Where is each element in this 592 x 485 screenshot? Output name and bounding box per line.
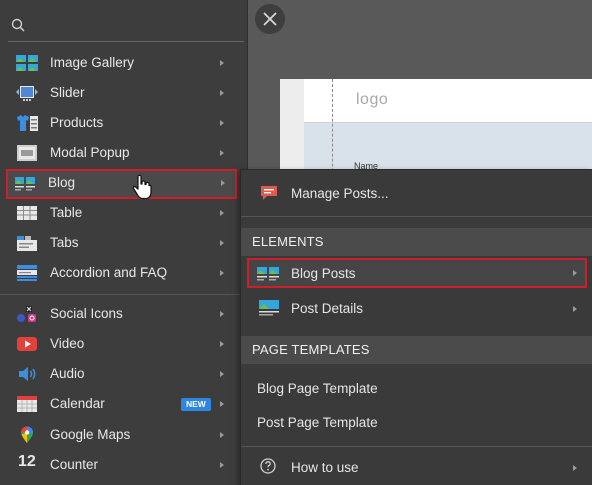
search-icon [11,18,25,32]
counter-icon: 12 [18,453,36,470]
tabs-icon [17,236,37,251]
manage-posts-label: Manage Posts... [291,186,389,201]
products-icon [17,115,38,131]
menu-divider [0,294,248,295]
preview-logo: logo [356,91,389,108]
slider-icon [16,86,38,101]
add-element-menu: Image Gallery Slider Products Modal Popu… [0,0,248,485]
chevron-right-icon [220,210,224,216]
menu-item-label: Tabs [50,235,79,250]
help-icon [260,458,276,474]
audio-icon [19,367,36,381]
chevron-right-icon [220,120,224,126]
comment-icon [261,186,277,200]
blog-page-template-label: Blog Page Template [257,381,378,396]
blog-posts-icon [257,267,279,281]
menu-item-label: Calendar [50,396,105,411]
chevron-right-icon [573,270,577,276]
menu-item-label: Image Gallery [50,55,135,70]
menu-item-slider[interactable]: Slider [8,79,236,107]
calendar-icon [17,396,37,412]
close-button[interactable] [255,4,285,34]
manage-posts-item[interactable]: Manage Posts... [241,170,592,216]
menu-item-google-maps[interactable]: Google Maps [8,421,236,449]
menu-item-accordion[interactable]: Accordion and FAQ [8,259,236,287]
post-details-label: Post Details [291,301,364,316]
chevron-right-icon [573,465,577,471]
blog-posts-item[interactable]: Blog Posts [247,258,587,288]
submenu-divider [241,446,592,447]
new-badge: NEW [181,398,211,411]
menu-item-label: Products [50,115,104,130]
menu-item-blog[interactable]: Blog [6,169,237,199]
menu-item-audio[interactable]: Audio [8,360,236,388]
social-icons-icon [17,306,36,322]
chevron-right-icon [220,401,224,407]
menu-item-label: Slider [50,85,85,100]
chevron-right-icon [220,371,224,377]
blog-icon [15,177,35,191]
chevron-right-icon [220,462,224,468]
chevron-right-icon [220,240,224,246]
page-templates-header: PAGE TEMPLATES [241,336,592,364]
how-to-use-label: How to use [291,460,359,475]
preview-header: logo [304,79,592,123]
menu-item-modal-popup[interactable]: Modal Popup [8,139,236,167]
chevron-right-icon [220,150,224,156]
video-icon [17,337,37,351]
menu-item-label: Blog [48,175,76,190]
how-to-use-item[interactable]: How to use [241,452,592,482]
menu-item-label: Modal Popup [50,145,130,160]
chevron-right-icon [220,432,224,438]
google-maps-icon [21,426,33,443]
menu-item-image-gallery[interactable]: Image Gallery [8,49,236,77]
close-icon [263,12,277,26]
menu-item-label: Accordion and FAQ [50,265,168,280]
chevron-right-icon [573,306,577,312]
modal-popup-icon [17,145,37,161]
menu-item-label: Counter [50,457,99,472]
menu-item-products[interactable]: Products [8,109,236,137]
post-page-template-item[interactable]: Post Page Template [241,410,592,436]
menu-item-table[interactable]: Table [8,199,236,227]
menu-item-counter[interactable]: 12 Counter [8,451,236,479]
menu-item-label: Video [50,336,85,351]
menu-item-calendar[interactable]: Calendar NEW [8,390,236,418]
elements-header: ELEMENTS [241,228,592,256]
submenu-divider [241,216,592,217]
chevron-right-icon [220,270,224,276]
blog-submenu: Manage Posts... ELEMENTS Blog Posts Post… [240,169,592,485]
menu-item-label: Table [50,205,83,220]
image-gallery-icon [16,55,38,71]
blog-posts-label: Blog Posts [291,266,356,281]
accordion-icon [17,265,37,281]
menu-item-tabs[interactable]: Tabs [8,229,236,257]
chevron-right-icon [221,180,225,186]
menu-item-video[interactable]: Video [8,330,236,358]
menu-item-social-icons[interactable]: Social Icons [8,300,236,328]
chevron-right-icon [220,311,224,317]
search-input[interactable] [8,10,244,42]
post-details-icon [259,300,279,316]
hand-cursor-icon [132,174,152,200]
menu-item-label: Social Icons [50,306,123,321]
chevron-right-icon [220,60,224,66]
post-page-template-label: Post Page Template [257,415,378,430]
menu-item-label: Google Maps [50,427,131,442]
blog-page-template-item[interactable]: Blog Page Template [241,376,592,402]
post-details-item[interactable]: Post Details [241,293,592,323]
table-icon [17,206,37,220]
chevron-right-icon [220,341,224,347]
menu-item-label: Audio [50,366,85,381]
chevron-right-icon [220,90,224,96]
